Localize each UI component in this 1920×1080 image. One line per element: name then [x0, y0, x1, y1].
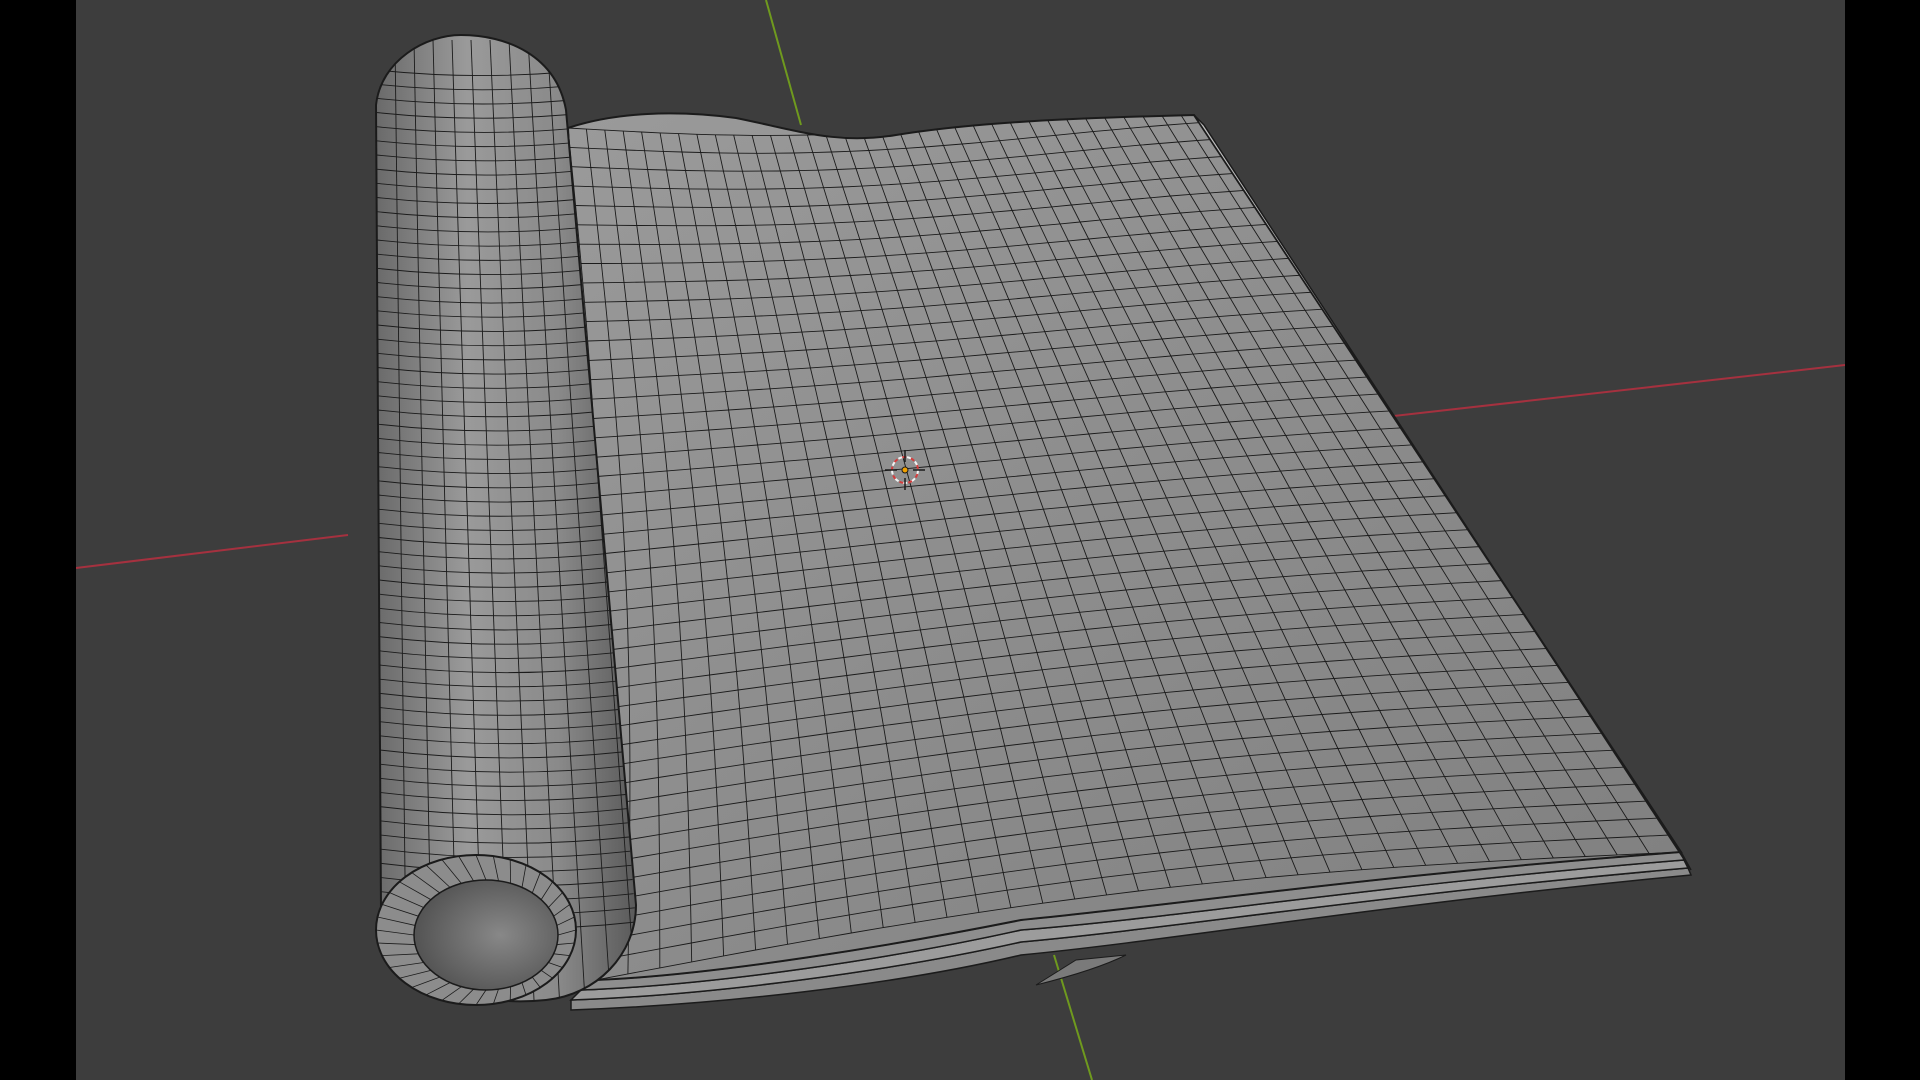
roll-end-cap	[375, 854, 577, 1006]
y-axis-line	[765, 0, 802, 126]
x-axis-line	[1393, 364, 1845, 417]
viewport-canvas[interactable]	[76, 0, 1845, 1080]
letterbox-right	[1845, 0, 1920, 1080]
x-axis-line	[76, 534, 349, 569]
3d-viewport[interactable]	[76, 0, 1845, 1080]
letterbox-left	[0, 0, 76, 1080]
